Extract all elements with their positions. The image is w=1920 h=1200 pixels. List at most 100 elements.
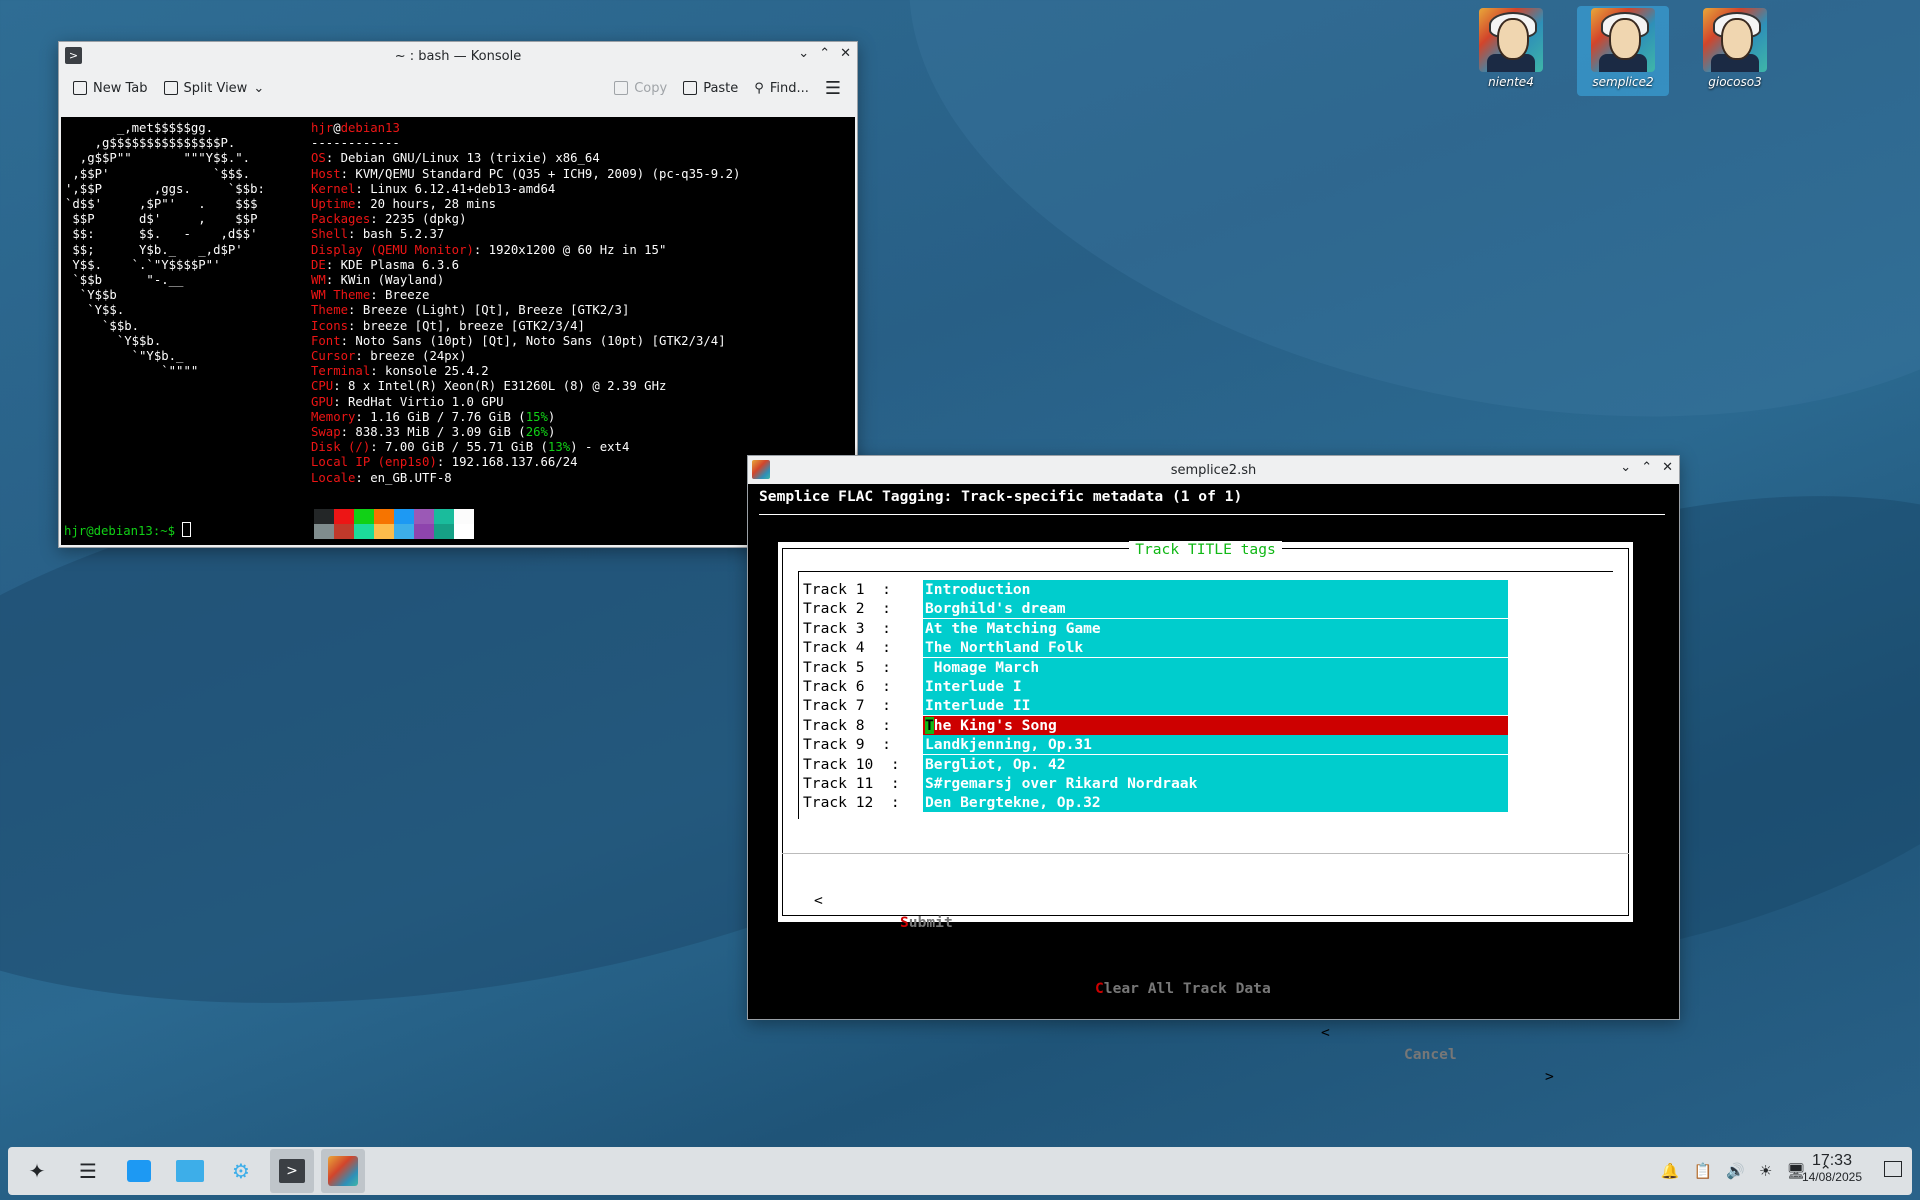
info-value: : bash 5.2.37	[348, 227, 445, 242]
paste-label: Paste	[703, 80, 739, 96]
palette-swatch	[434, 509, 454, 524]
info-key: Theme	[311, 303, 349, 318]
info-value: : KWin (Wayland)	[325, 273, 445, 288]
ascii-line: Y$$. `.`"Y$$$$P"'	[65, 257, 221, 272]
info-key: Uptime	[311, 197, 356, 212]
semplice-task-icon[interactable]	[321, 1149, 365, 1193]
track-title-field[interactable]: At the Matching Game	[923, 618, 1508, 638]
info-value: : Debian GNU/Linux 13 (trixie) x86_64	[325, 151, 600, 166]
info-line: Uptime: 20 hours, 28 mins	[311, 197, 740, 212]
close-icon[interactable]: ✕	[1662, 460, 1673, 475]
track-title-field[interactable]: S#rgemarsj over Rikard Nordraak	[923, 774, 1508, 793]
info-value: : konsole 25.4.2	[370, 364, 489, 379]
split-view-button[interactable]: Split View ⌄	[163, 81, 264, 96]
track-title-field[interactable]: Bergliot, Op. 42	[923, 754, 1508, 774]
clear-all-track-data-button[interactable]: Clear All Track Data	[1095, 978, 1271, 1000]
track-title-dialog: Track TITLE tags Track 1 : Introduction Tr…	[778, 541, 1633, 1085]
find-label: Find...	[769, 80, 809, 96]
palette-swatch	[314, 524, 334, 539]
info-value: : 838.33 MiB / 3.09 GiB (	[340, 425, 526, 440]
close-icon[interactable]: ✕	[840, 46, 851, 61]
palette-swatch	[454, 524, 474, 539]
submit-button[interactable]: Submit	[900, 912, 953, 934]
palette-swatch	[394, 524, 414, 539]
clipboard-icon[interactable]: 📋	[1694, 1162, 1713, 1180]
info-value: : 192.168.137.66/24	[436, 455, 578, 470]
hostname: debian13	[340, 121, 400, 135]
minimize-icon[interactable]: ⌄	[798, 46, 809, 61]
find-button[interactable]: ⚲ Find...	[754, 81, 809, 96]
track-title-field[interactable]: Landkjenning, Op.31	[923, 735, 1508, 755]
konsole-task-icon[interactable]: >	[270, 1149, 314, 1193]
notifications-icon[interactable]: 🔔	[1661, 1162, 1680, 1180]
desktop-icon-label: giocoso3	[1708, 75, 1762, 89]
cancel-button[interactable]: Cancel	[1404, 1044, 1457, 1066]
clock-time: 17:33	[1811, 1152, 1852, 1169]
track-title-field[interactable]: Homage March	[923, 657, 1508, 677]
desktop-icon-semplice2[interactable]: semplice2	[1577, 6, 1669, 96]
file-manager-icon[interactable]	[168, 1149, 212, 1193]
info-key: Kernel	[311, 181, 356, 196]
track-title-field[interactable]: Interlude II	[923, 696, 1508, 716]
settings-sliders-icon[interactable]: ☰	[66, 1149, 110, 1193]
beethoven-icon	[752, 460, 770, 479]
system-settings-icon[interactable]: ⚙	[219, 1149, 263, 1193]
info-value: : breeze [Qt], breeze [GTK2/3/4]	[348, 318, 585, 333]
info-line: WM Theme: Breeze	[311, 288, 740, 303]
info-value: : RedHat Virtio 1.0 GPU	[333, 394, 504, 409]
info-line: Host: KVM/QEMU Standard PC (Q35 + ICH9, …	[311, 167, 740, 182]
track-title-field[interactable]: Den Bergtekne, Op.32	[923, 793, 1508, 813]
terminal-area[interactable]: _,met$$$$$gg. ,g$$$$$$$$$$$$$$$P. ,g$$P"…	[61, 117, 855, 545]
info-value: : breeze (24px)	[355, 349, 467, 364]
track-title-field[interactable]: Introduction	[923, 580, 1508, 599]
info-percent: 13%	[547, 440, 571, 455]
konsole-titlebar[interactable]: > ~ : bash — Konsole ⌄ ⌃ ✕	[59, 42, 857, 70]
desktop-icon-niente4[interactable]: niente4	[1465, 6, 1557, 96]
clock[interactable]: 17:33 14/08/2025	[1802, 1152, 1862, 1184]
copy-button[interactable]: Copy	[614, 81, 667, 96]
dialog-title: Track TITLE tags	[778, 541, 1633, 558]
semplice-titlebar[interactable]: semplice2.sh ⌄ ⌃ ✕	[748, 456, 1679, 484]
track-label: Track 8 :	[803, 716, 891, 734]
brightness-icon[interactable]: ☀	[1759, 1162, 1772, 1180]
application-launcher-icon[interactable]: ✦	[15, 1149, 59, 1193]
track-label: Track 2 :	[803, 600, 891, 618]
paste-button[interactable]: Paste	[683, 81, 738, 96]
info-key: DE	[311, 257, 326, 272]
track-title-field[interactable]: Interlude I	[923, 677, 1508, 696]
username: hjr	[311, 121, 334, 135]
volume-icon[interactable]: 🔊	[1726, 1162, 1745, 1180]
info-value: : 20 hours, 28 mins	[355, 197, 497, 212]
hamburger-menu-button[interactable]: ☰	[825, 78, 841, 99]
show-desktop-icon[interactable]	[1884, 1161, 1902, 1177]
discover-store-icon[interactable]	[117, 1149, 161, 1193]
minimize-icon[interactable]: ⌄	[1620, 460, 1631, 475]
info-key: WM	[311, 273, 326, 288]
track-title-field[interactable]: The Northland Folk	[923, 638, 1508, 658]
bracket: >	[1033, 936, 1042, 953]
new-tab-button[interactable]: New Tab	[73, 81, 148, 96]
info-line: Disk (/): 7.00 GiB / 55.71 GiB (13%) - e…	[311, 440, 740, 455]
track-title-field[interactable]: Borghild's dream	[923, 599, 1508, 619]
button-row: < Submit > < Clear All Track Data > < Ca…	[778, 868, 1633, 1085]
info-value: : 2235 (dpkg)	[370, 212, 467, 227]
bracket: >	[1291, 1002, 1300, 1019]
info-key: Shell	[311, 227, 349, 242]
info-key: Display (QEMU Monitor)	[311, 242, 474, 257]
track-label: Track 6 :	[803, 678, 891, 695]
info-value: : 1.16 GiB / 7.76 GiB (	[355, 409, 526, 424]
info-line: Theme: Breeze (Light) [Qt], Breeze [GTK2…	[311, 303, 740, 318]
maximize-icon[interactable]: ⌃	[819, 46, 830, 61]
info-value: : 7.00 GiB / 55.71 GiB (	[370, 440, 548, 455]
fastfetch-info: hjr@debian13 ------------ OS: Debian GNU/L…	[311, 121, 740, 486]
maximize-icon[interactable]: ⌃	[1641, 460, 1652, 475]
info-value: : KDE Plasma 6.3.6	[325, 257, 460, 272]
beethoven-icon	[1703, 8, 1767, 72]
info-value: : Noto Sans (10pt) [Qt], Noto Sans (10pt…	[340, 333, 726, 348]
ascii-line: `Y$$b.	[65, 333, 162, 348]
desktop-icon-giocoso3[interactable]: giocoso3	[1689, 6, 1781, 96]
track-title-field[interactable]: The King's Song	[923, 715, 1508, 735]
semplice-terminal: Semplice FLAC Tagging: Track-specific me…	[748, 484, 1679, 1085]
ascii-line: ',$$P ,ggs. `$$b:	[65, 181, 265, 196]
info-key: Cursor	[311, 349, 356, 364]
